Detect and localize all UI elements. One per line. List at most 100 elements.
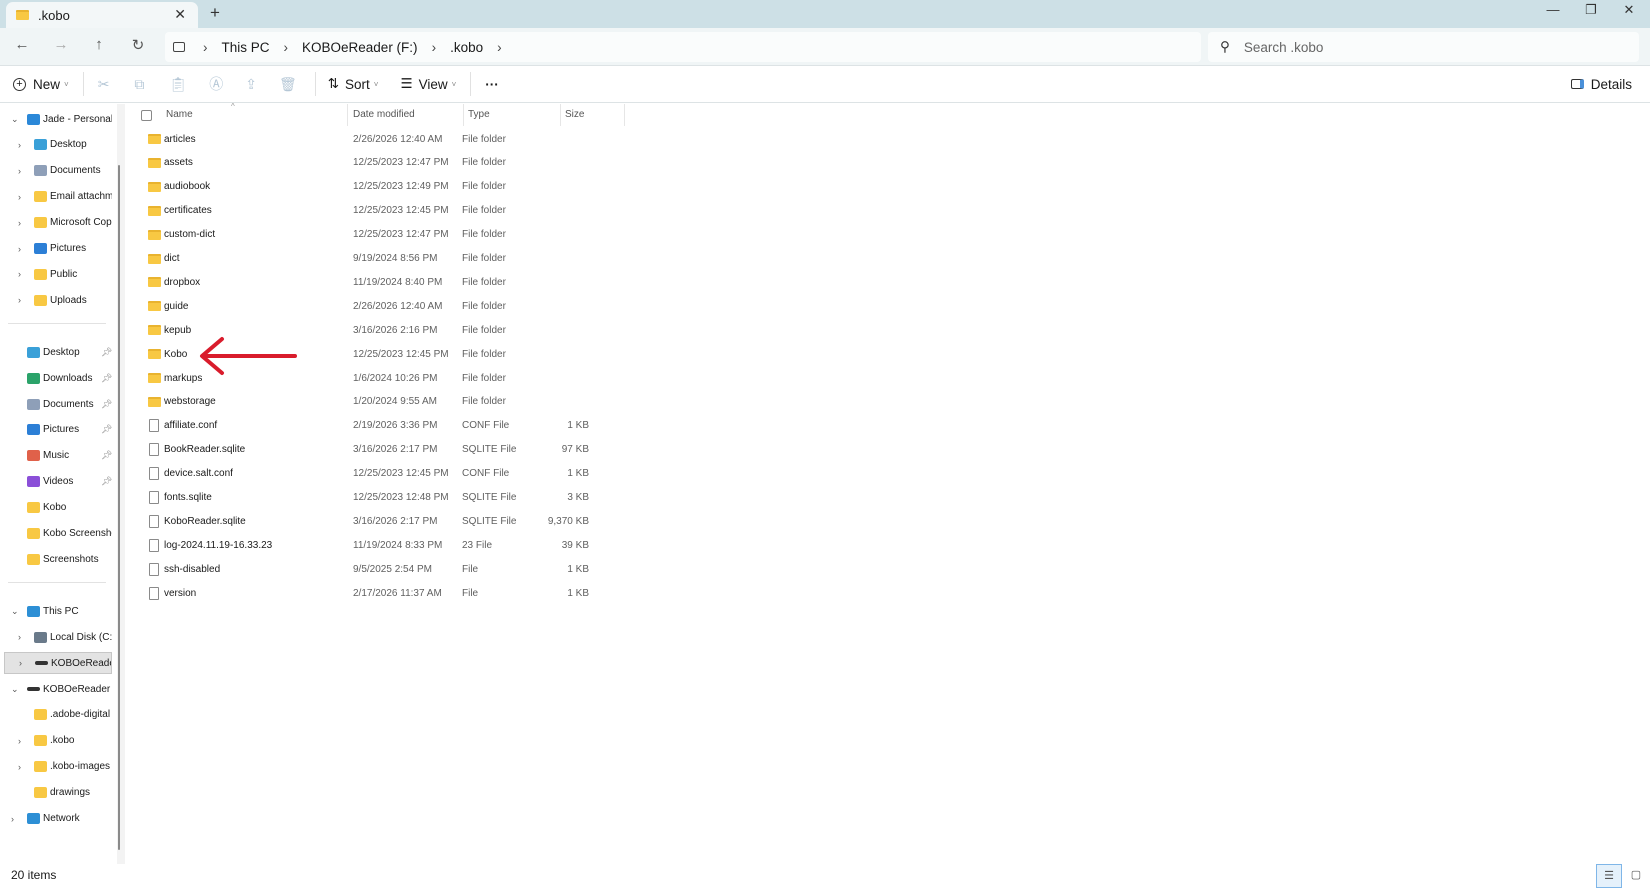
- paste-icon[interactable]: 📋︎: [169, 76, 187, 93]
- column-divider[interactable]: [560, 104, 561, 126]
- sidebar-item-pictures[interactable]: › Pictures: [4, 238, 112, 260]
- large-icons-view-button[interactable]: ▢: [1623, 864, 1649, 888]
- chevron-right-icon[interactable]: ›: [18, 632, 21, 642]
- sidebar-item-music[interactable]: Music 📌︎: [4, 445, 112, 467]
- chevron-right-icon[interactable]: ›: [18, 269, 21, 279]
- up-button[interactable]: ↑: [88, 36, 110, 53]
- sidebar-scrollbar-thumb[interactable]: [118, 165, 120, 850]
- sidebar-item-documents[interactable]: Documents 📌︎: [4, 393, 112, 415]
- pin-icon[interactable]: 📌︎: [101, 399, 112, 410]
- chevron-right-icon[interactable]: ›: [18, 140, 21, 150]
- share-icon[interactable]: ⇪: [245, 76, 257, 93]
- column-header-date[interactable]: Date modified: [353, 109, 415, 120]
- refresh-button[interactable]: ↻: [127, 36, 149, 54]
- sidebar-item-koboereader-i[interactable]: ⌄ KOBOeReader (I: [4, 678, 112, 700]
- details-view-button[interactable]: ☰: [1596, 864, 1622, 888]
- sidebar-item-downloads[interactable]: Downloads 📌︎: [4, 367, 112, 389]
- sidebar-item-screenshots[interactable]: Screenshots: [4, 548, 112, 570]
- sidebar-item-local-disk-c[interactable]: › Local Disk (C:): [4, 626, 112, 648]
- minimize-button[interactable]: —: [1538, 2, 1568, 17]
- sidebar-item-this-pc[interactable]: ⌄ This PC: [4, 600, 112, 622]
- pin-icon[interactable]: 📌︎: [101, 476, 112, 487]
- column-divider[interactable]: [347, 104, 348, 126]
- chevron-right-icon[interactable]: ›: [18, 166, 21, 176]
- sidebar-item-network[interactable]: › Network: [4, 808, 112, 830]
- sidebar-item-kobo[interactable]: › .kobo: [4, 730, 112, 752]
- folder-row[interactable]: articles 2/26/2026 12:40 AM File folder: [142, 128, 597, 150]
- chevron-right-icon[interactable]: ›: [18, 218, 21, 228]
- chevron-down-icon[interactable]: ⌄: [11, 114, 19, 125]
- more-options-button[interactable]: ···: [485, 77, 499, 92]
- column-header-size[interactable]: Size: [565, 109, 584, 120]
- sidebar-item-desktop[interactable]: › Desktop: [4, 134, 112, 156]
- folder-row[interactable]: custom-dict 12/25/2023 12:47 PM File folde…: [142, 224, 597, 246]
- file-row[interactable]: affiliate.conf 2/19/2026 3:36 PM CONF File…: [142, 415, 597, 437]
- sidebar-item-videos[interactable]: Videos 📌︎: [4, 471, 112, 493]
- folder-row[interactable]: webstorage 1/20/2024 9:55 AM File folder: [142, 391, 597, 413]
- folder-row[interactable]: guide 2/26/2026 12:40 AM File folder: [142, 295, 597, 317]
- pin-icon[interactable]: 📌︎: [101, 373, 112, 384]
- copy-icon[interactable]: ⧉: [134, 76, 144, 93]
- sidebar-item-uploads[interactable]: › Uploads: [4, 289, 112, 311]
- chevron-down-icon[interactable]: ⌄: [11, 606, 19, 617]
- sidebar-item-kobo[interactable]: Kobo: [4, 497, 112, 519]
- delete-icon[interactable]: 🗑︎: [279, 76, 297, 93]
- tab-kobo[interactable]: .kobo ✕: [6, 2, 198, 28]
- column-divider[interactable]: [624, 104, 625, 126]
- chevron-right-icon[interactable]: ›: [19, 658, 22, 668]
- chevron-right-icon[interactable]: ›: [18, 244, 21, 254]
- pin-icon[interactable]: 📌︎: [101, 347, 112, 358]
- sidebar-item-email-attachm[interactable]: › Email attachm: [4, 186, 112, 208]
- chevron-right-icon[interactable]: ›: [18, 295, 21, 305]
- new-tab-button[interactable]: +: [210, 3, 220, 23]
- sort-button[interactable]: ⇅ Sort ˅: [328, 76, 379, 92]
- view-button[interactable]: ☰ View ˅: [400, 76, 456, 92]
- select-all-checkbox[interactable]: [141, 110, 152, 121]
- chevron-right-icon[interactable]: ›: [11, 814, 14, 824]
- sidebar-item-public[interactable]: › Public: [4, 263, 112, 285]
- column-header-name[interactable]: Name: [166, 109, 193, 120]
- sidebar-item-kobo-screensho[interactable]: Kobo Screensho: [4, 523, 112, 545]
- back-button[interactable]: ←: [11, 36, 33, 53]
- folder-row[interactable]: dropbox 11/19/2024 8:40 PM File folder: [142, 271, 597, 293]
- pin-icon[interactable]: 📌︎: [101, 450, 112, 461]
- sidebar-item-drawings[interactable]: drawings: [4, 782, 112, 804]
- chevron-down-icon[interactable]: ⌄: [11, 684, 19, 695]
- chevron-right-icon[interactable]: ›: [18, 192, 21, 202]
- folder-row[interactable]: assets 12/25/2023 12:47 PM File folder: [142, 152, 597, 174]
- file-row[interactable]: version 2/17/2026 11:37 AM File 1 KB: [142, 582, 597, 604]
- folder-row[interactable]: dict 9/19/2024 8:56 PM File folder: [142, 248, 597, 270]
- file-row[interactable]: fonts.sqlite 12/25/2023 12:48 PM SQLITE Fi…: [142, 487, 597, 509]
- folder-row[interactable]: audiobook 12/25/2023 12:49 PM File folder: [142, 176, 597, 198]
- breadcrumb-this-pc[interactable]: This PC: [222, 40, 270, 55]
- sidebar-item-documents[interactable]: › Documents: [4, 160, 112, 182]
- sidebar-item-koboereader[interactable]: › KOBOeReader: [4, 652, 112, 675]
- sidebar-item-pictures[interactable]: Pictures 📌︎: [4, 419, 112, 441]
- restore-button[interactable]: ❐: [1576, 2, 1606, 18]
- close-tab-icon[interactable]: ✕: [174, 6, 186, 23]
- address-bar[interactable]: › This PC › KOBOeReader (F:) › .kobo ›: [165, 32, 1201, 62]
- sidebar-item-adobe-digital[interactable]: .adobe-digital: [4, 704, 112, 726]
- chevron-right-icon[interactable]: ›: [18, 762, 21, 772]
- file-row[interactable]: ssh-disabled 9/5/2025 2:54 PM File 1 KB: [142, 558, 597, 580]
- file-row[interactable]: KoboReader.sqlite 3/16/2026 2:17 PM SQLITE…: [142, 510, 597, 532]
- chevron-right-icon[interactable]: ›: [18, 736, 21, 746]
- new-button[interactable]: + New ˅: [13, 77, 69, 92]
- forward-button[interactable]: →: [50, 36, 72, 53]
- details-button[interactable]: Details: [1570, 77, 1632, 92]
- search-input[interactable]: ⚲ Search .kobo: [1208, 32, 1639, 62]
- column-divider[interactable]: [463, 104, 464, 126]
- file-row[interactable]: log-2024.11.19-16.33.23 11/19/2024 8:33 P…: [142, 534, 597, 556]
- sidebar-item-kobo-images[interactable]: › .kobo-images: [4, 756, 112, 778]
- folder-row[interactable]: certificates 12/25/2023 12:45 PM File fold…: [142, 200, 597, 222]
- rename-icon[interactable]: Ⓐ: [209, 74, 223, 94]
- breadcrumb-kobo-folder[interactable]: .kobo: [450, 40, 483, 55]
- sidebar-item-microsoft-copi[interactable]: › Microsoft Copi: [4, 212, 112, 234]
- chevron-right-icon[interactable]: ›: [497, 40, 502, 55]
- breadcrumb-kobo-drive[interactable]: KOBOeReader (F:): [302, 40, 418, 55]
- sidebar-item-jade-personal[interactable]: ⌄ Jade - Personal: [4, 108, 112, 130]
- file-row[interactable]: BookReader.sqlite 3/16/2026 2:17 PM SQLITE…: [142, 439, 597, 461]
- column-header-type[interactable]: Type: [468, 109, 490, 120]
- close-window-button[interactable]: ✕: [1614, 2, 1644, 18]
- file-row[interactable]: device.salt.conf 12/25/2023 12:45 PM CONF …: [142, 463, 597, 485]
